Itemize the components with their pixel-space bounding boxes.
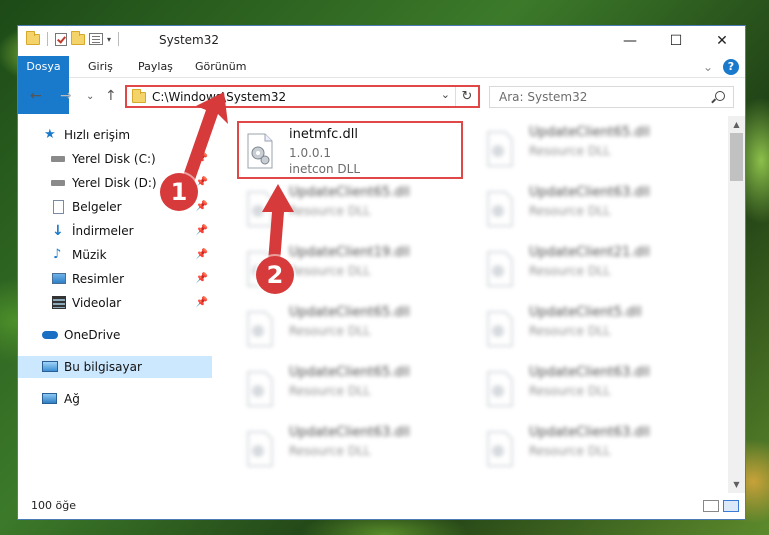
step-1-badge: 1 [160, 173, 198, 211]
arrow-2-icon [262, 184, 294, 262]
step-2-badge: 2 [256, 256, 294, 294]
annotation-arrows [178, 92, 294, 262]
